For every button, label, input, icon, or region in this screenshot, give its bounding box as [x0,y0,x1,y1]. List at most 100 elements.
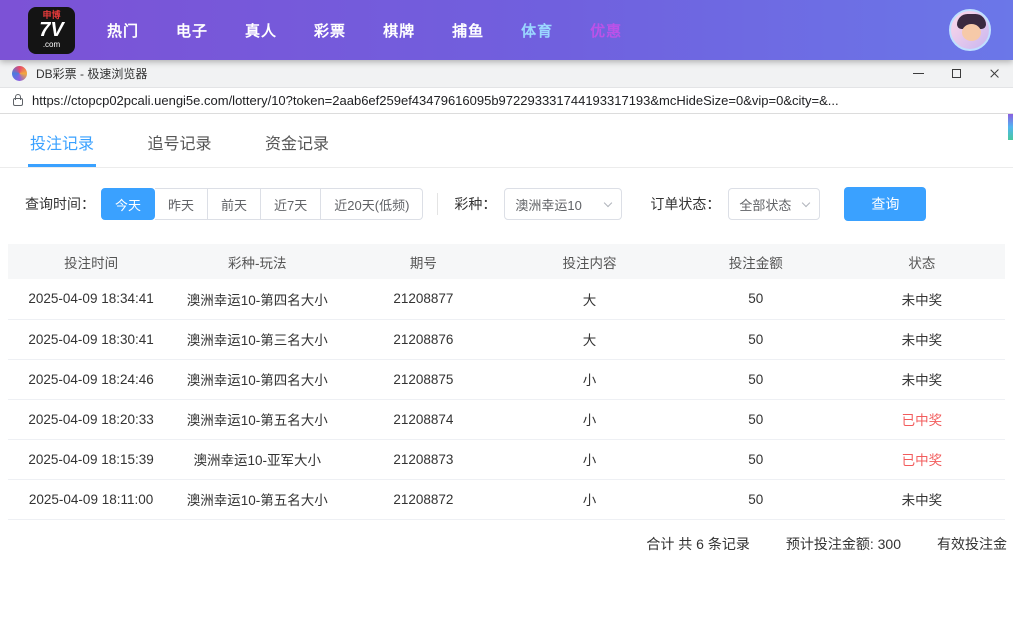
time-filter-group: 今天 昨天 前天 近7天 近20天(低频) [101,188,423,220]
time-option-20days[interactable]: 近20天(低频) [321,188,423,220]
table-summary: 合计 共 6 条记录 预计投注金额: 300 有效投注金 [8,520,1005,554]
lock-icon [13,98,23,106]
lottery-select[interactable]: 澳洲幸运10 [504,188,622,220]
cell-issue: 21208872 [340,479,506,519]
summary-expected-amount: 预计投注金额: 300 [786,534,901,554]
cell-content: 大 [506,279,672,319]
chevron-down-icon [802,198,810,206]
cell-amount: 50 [673,359,839,399]
tab-bet-records[interactable]: 投注记录 [28,114,96,167]
status-cell: 未中奖 [839,479,1005,519]
col-header-amount: 投注金额 [673,244,839,279]
time-filter-label: 查询时间： [25,194,95,214]
status-cell: 未中奖 [839,359,1005,399]
cell-issue: 21208876 [340,319,506,359]
query-button[interactable]: 查询 [844,187,926,221]
nav-item-promo[interactable]: 优惠 [590,20,622,41]
table-row[interactable]: 2025-04-09 18:30:41 澳洲幸运10-第三名大小 2120887… [8,319,1005,359]
status-select-value: 全部状态 [739,195,791,214]
status-cell: 未中奖 [839,279,1005,319]
main-nav: 热门 电子 真人 彩票 棋牌 捕鱼 体育 优惠 [107,20,622,41]
col-header-game: 彩种-玩法 [174,244,340,279]
time-option-yesterday[interactable]: 昨天 [155,188,208,220]
table-row[interactable]: 2025-04-09 18:34:41 澳洲幸运10-第四名大小 2120887… [8,279,1005,319]
cell-amount: 50 [673,479,839,519]
summary-total: 合计 共 6 条记录 [646,534,749,554]
nav-item-slots[interactable]: 电子 [176,20,208,41]
tab-chase-records[interactable]: 追号记录 [145,114,213,167]
chevron-down-icon [604,198,612,206]
window-controls [899,60,1013,87]
cell-game: 澳洲幸运10-第四名大小 [174,279,340,319]
lottery-records-page: 投注记录 追号记录 资金记录 查询时间： 今天 昨天 前天 近7天 近20天(低… [0,114,1013,619]
nav-item-hot[interactable]: 热门 [107,20,139,41]
nav-item-sports[interactable]: 体育 [521,20,553,41]
status-cell: 已中奖 [839,439,1005,479]
cell-game: 澳洲幸运10-第四名大小 [174,359,340,399]
status-cell: 已中奖 [839,399,1005,439]
logo-main-text: 7V [39,20,63,41]
minimize-button[interactable] [899,60,937,87]
table-row[interactable]: 2025-04-09 18:24:46 澳洲幸运10-第四名大小 2120887… [8,359,1005,399]
cell-issue: 21208877 [340,279,506,319]
cell-bet-time: 2025-04-09 18:11:00 [8,479,174,519]
cell-content: 小 [506,399,672,439]
cell-amount: 50 [673,319,839,359]
window-titlebar: DB彩票 - 极速浏览器 [0,60,1013,88]
time-option-today[interactable]: 今天 [101,188,155,220]
time-option-day-before[interactable]: 前天 [208,188,261,220]
nav-item-lottery[interactable]: 彩票 [314,20,346,41]
record-tabs: 投注记录 追号记录 资金记录 [0,114,1013,168]
address-bar: https://ctopcp02pcali.uengi5e.com/lotter… [0,88,1013,114]
cell-issue: 21208874 [340,399,506,439]
filter-divider [437,193,438,215]
close-icon [989,68,1000,79]
nav-item-live[interactable]: 真人 [245,20,277,41]
window-title: DB彩票 - 极速浏览器 [36,65,147,82]
cell-bet-time: 2025-04-09 18:15:39 [8,439,174,479]
cell-amount: 50 [673,399,839,439]
screen: 申博 7V .com 热门 电子 真人 彩票 棋牌 捕鱼 体育 优惠 DB彩票 … [0,0,1013,620]
status-cell: 未中奖 [839,319,1005,359]
page-edge-decoration [1008,114,1013,140]
status-filter-label: 订单状态： [650,194,720,214]
cell-content: 小 [506,439,672,479]
filter-bar: 查询时间： 今天 昨天 前天 近7天 近20天(低频) 彩种： 澳洲幸运10 订… [0,168,1013,238]
cell-game: 澳洲幸运10-亚军大小 [174,439,340,479]
table-row[interactable]: 2025-04-09 18:11:00 澳洲幸运10-第五名大小 2120887… [8,479,1005,519]
summary-valid-amount: 有效投注金 [937,534,1007,554]
cell-amount: 50 [673,279,839,319]
time-option-7days[interactable]: 近7天 [261,188,321,220]
cell-bet-time: 2025-04-09 18:30:41 [8,319,174,359]
cell-bet-time: 2025-04-09 18:24:46 [8,359,174,399]
user-avatar[interactable] [949,9,991,51]
minimize-icon [913,73,924,74]
maximize-icon [952,69,961,78]
cell-amount: 50 [673,439,839,479]
table-row[interactable]: 2025-04-09 18:15:39 澳洲幸运10-亚军大小 21208873… [8,439,1005,479]
col-header-status: 状态 [839,244,1005,279]
close-button[interactable] [975,60,1013,87]
cell-bet-time: 2025-04-09 18:34:41 [8,279,174,319]
cell-issue: 21208873 [340,439,506,479]
url-text[interactable]: https://ctopcp02pcali.uengi5e.com/lotter… [32,93,839,108]
lottery-select-value: 澳洲幸运10 [515,195,581,214]
table-header-row: 投注时间 彩种-玩法 期号 投注内容 投注金额 状态 [8,244,1005,279]
nav-item-fishing[interactable]: 捕鱼 [452,20,484,41]
top-navbar: 申博 7V .com 热门 电子 真人 彩票 棋牌 捕鱼 体育 优惠 [0,0,1013,60]
table-row[interactable]: 2025-04-09 18:20:33 澳洲幸运10-第五名大小 2120887… [8,399,1005,439]
browser-window: DB彩票 - 极速浏览器 https://ctopcp02pcali.uengi… [0,60,1013,619]
status-select[interactable]: 全部状态 [728,188,820,220]
col-header-issue: 期号 [340,244,506,279]
col-header-bet-time: 投注时间 [8,244,174,279]
cell-bet-time: 2025-04-09 18:20:33 [8,399,174,439]
cell-issue: 21208875 [340,359,506,399]
tab-fund-records[interactable]: 资金记录 [263,114,331,167]
maximize-button[interactable] [937,60,975,87]
lottery-filter-label: 彩种： [454,194,496,214]
site-logo[interactable]: 申博 7V .com [28,7,75,54]
records-table-wrap: 投注时间 彩种-玩法 期号 投注内容 投注金额 状态 2025-04-09 18… [0,238,1013,554]
logo-suffix-text: .com [43,41,60,49]
records-table: 投注时间 彩种-玩法 期号 投注内容 投注金额 状态 2025-04-09 18… [8,244,1005,520]
nav-item-cards[interactable]: 棋牌 [383,20,415,41]
